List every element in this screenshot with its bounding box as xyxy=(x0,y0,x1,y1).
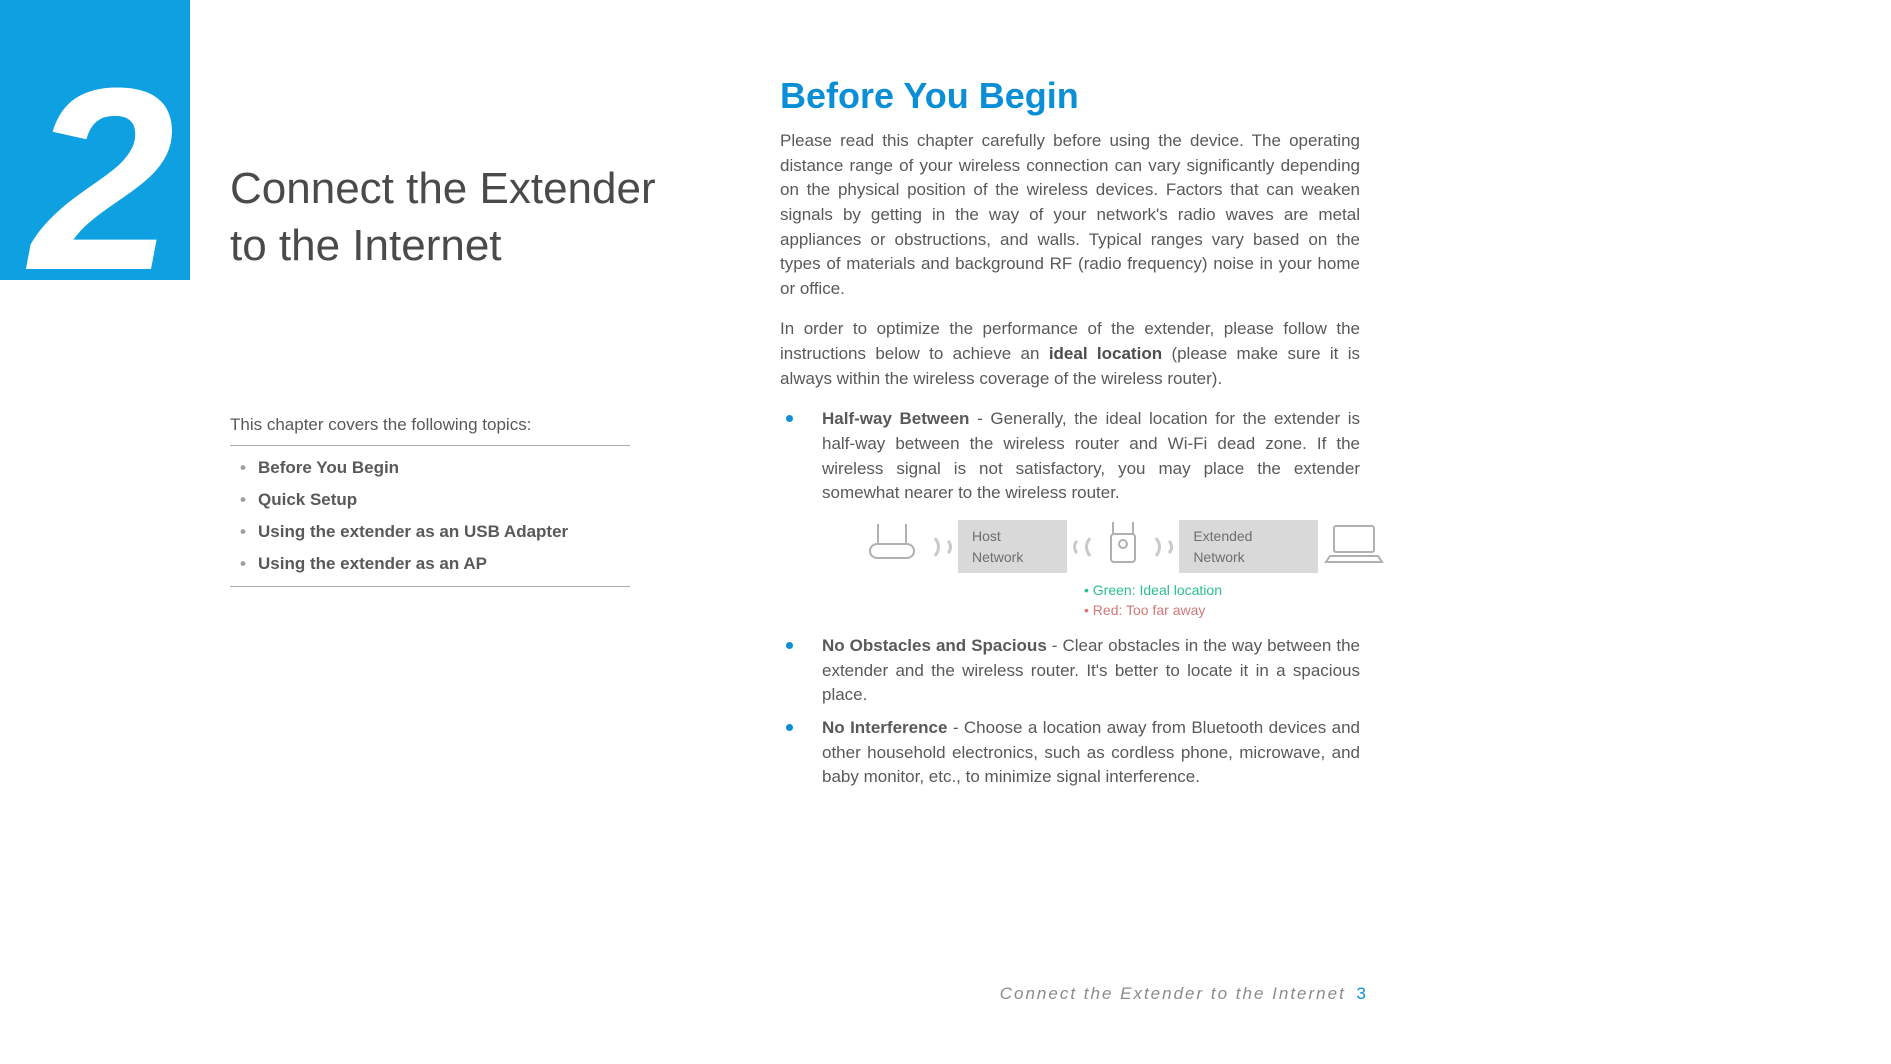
laptop-icon xyxy=(1324,520,1384,574)
topics-intro: This chapter covers the following topics… xyxy=(230,415,630,435)
chapter-badge: 2 xyxy=(0,0,190,280)
router-icon xyxy=(864,520,920,574)
topic-item: Quick Setup xyxy=(258,484,630,516)
divider xyxy=(230,586,630,587)
page-number: 3 xyxy=(1357,984,1366,1003)
host-network-label: Host Network xyxy=(958,520,1067,573)
placement-diagram: Host Network Extended Network Green: Ide… xyxy=(864,520,1384,620)
bullet-title: Half-way Between xyxy=(822,409,969,428)
chapter-title-line2: to the Internet xyxy=(230,221,502,270)
paragraph-2: In order to optimize the performance of … xyxy=(780,317,1360,391)
content-column: Before You Begin Please read this chapte… xyxy=(780,75,1360,798)
bullet-list: Half-way Between - Generally, the ideal … xyxy=(780,407,1360,790)
topic-item: Before You Begin xyxy=(258,452,630,484)
extended-network-label: Extended Network xyxy=(1179,520,1318,573)
topics-block: This chapter covers the following topics… xyxy=(230,415,630,587)
para2-bold: ideal location xyxy=(1049,344,1162,363)
paragraph-1: Please read this chapter carefully befor… xyxy=(780,129,1360,301)
footer-text: Connect the Extender to the Internet xyxy=(1000,984,1346,1003)
diagram-legend: Green: Ideal location Red: Too far away xyxy=(1084,580,1384,621)
legend-green: Green: Ideal location xyxy=(1084,580,1384,600)
chapter-number: 2 xyxy=(30,50,167,310)
signal-icon xyxy=(926,533,952,561)
topics-list: Before You Begin Quick Setup Using the e… xyxy=(230,446,630,586)
signal-icon xyxy=(1147,533,1173,561)
bullet-title: No Interference xyxy=(822,718,947,737)
bullet-interference: No Interference - Choose a location away… xyxy=(780,716,1360,790)
legend-red: Red: Too far away xyxy=(1084,600,1384,620)
topic-item: Using the extender as an AP xyxy=(258,548,630,580)
chapter-title: Connect the Extender to the Internet xyxy=(230,160,730,274)
topic-item: Using the extender as an USB Adapter xyxy=(258,516,630,548)
section-heading: Before You Begin xyxy=(780,75,1360,117)
page-footer: Connect the Extender to the Internet 3 xyxy=(1000,984,1366,1004)
diagram-row: Host Network Extended Network xyxy=(864,520,1384,574)
extender-icon xyxy=(1105,520,1141,574)
bullet-title: No Obstacles and Spacious xyxy=(822,636,1047,655)
document-page: 2 Connect the Extender to the Internet T… xyxy=(0,0,1891,1064)
chapter-title-line1: Connect the Extender xyxy=(230,164,656,213)
signal-icon xyxy=(1073,533,1099,561)
bullet-halfway: Half-way Between - Generally, the ideal … xyxy=(780,407,1360,620)
bullet-obstacles: No Obstacles and Spacious - Clear obstac… xyxy=(780,634,1360,708)
